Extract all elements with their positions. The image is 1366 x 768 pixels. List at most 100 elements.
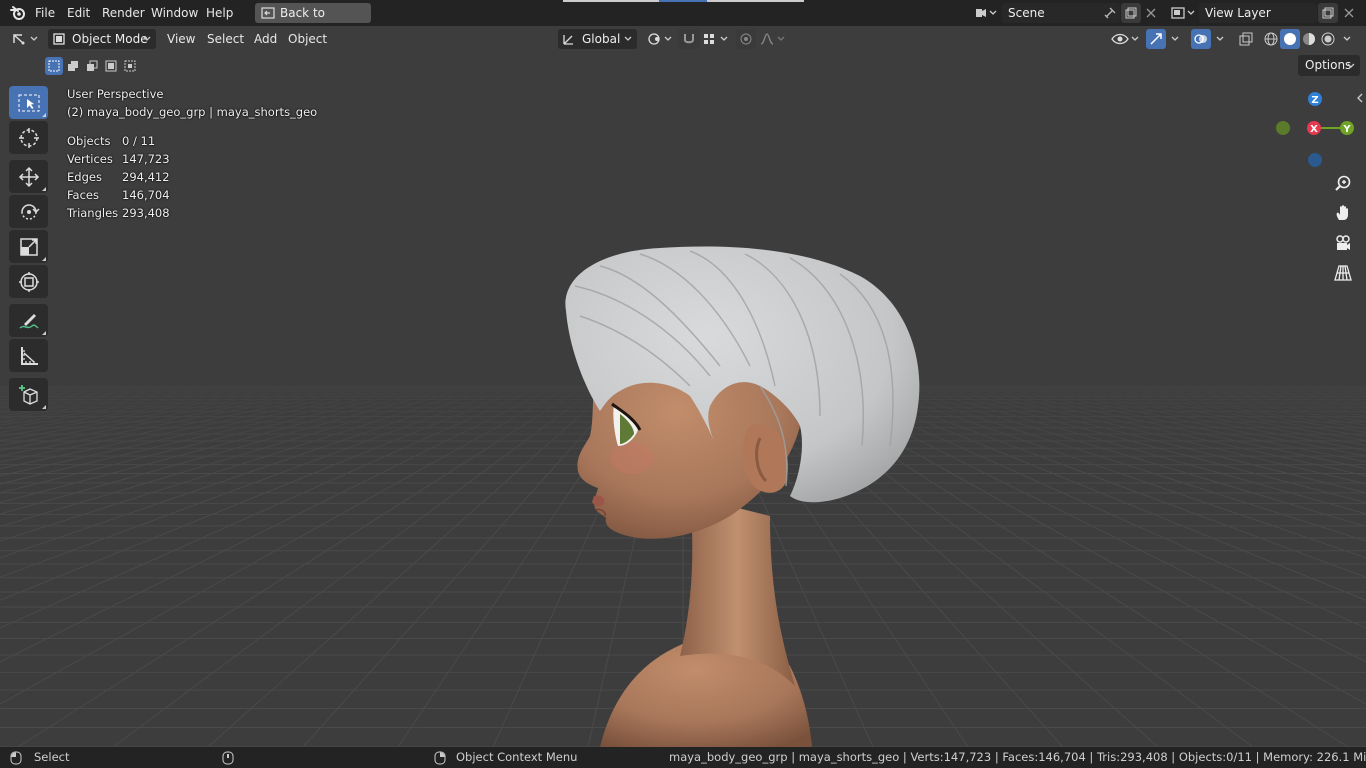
move-tool[interactable] <box>9 160 48 193</box>
hand-icon <box>1336 205 1348 220</box>
top-bar: File Edit Render Window Help Back to Pre… <box>0 0 1366 40</box>
overlays-dropdown[interactable] <box>1212 29 1228 49</box>
select-subtract-button[interactable] <box>83 57 101 75</box>
editor-type-button[interactable] <box>9 29 43 49</box>
shading-wireframe-button[interactable] <box>1261 29 1281 49</box>
chevron-down-icon <box>1171 36 1179 41</box>
neg-z-axis-handle[interactable] <box>1308 153 1322 167</box>
proportional-edit-button[interactable] <box>736 29 756 49</box>
measure-tool[interactable] <box>9 339 48 372</box>
new-view-layer-icon[interactable] <box>1318 3 1338 23</box>
menu-file[interactable]: File <box>35 0 55 26</box>
chevron-down-icon <box>1343 36 1351 41</box>
pivot-point-button[interactable] <box>645 29 675 49</box>
select-intersect-button[interactable] <box>121 57 139 75</box>
menu-edit[interactable]: Edit <box>67 0 90 26</box>
new-scene-icon[interactable] <box>1121 3 1141 23</box>
menu-add[interactable]: Add <box>254 28 277 50</box>
z-axis-label-top: Z <box>1311 95 1318 106</box>
select-intersect-icon <box>124 60 136 72</box>
select-new-button[interactable] <box>45 57 63 75</box>
options-dropdown[interactable]: Options <box>1298 55 1360 76</box>
shading-rendered-button[interactable] <box>1318 29 1338 49</box>
sidebar-toggle-icon[interactable] <box>1356 92 1364 106</box>
chevron-down-icon <box>624 36 632 41</box>
snap-toggle-button[interactable] <box>678 29 700 49</box>
workspace-tabs[interactable] <box>563 0 804 2</box>
visibility-button[interactable] <box>1110 29 1142 49</box>
view-perspective-label: User Perspective <box>67 87 164 101</box>
snap-target-button[interactable] <box>701 29 731 49</box>
zoom-view-button[interactable] <box>1329 169 1357 197</box>
solid-sphere-icon <box>1284 33 1296 45</box>
selection-mode-group <box>45 57 140 75</box>
stat-value: 147,723 <box>122 152 170 166</box>
perspective-grid-icon <box>1334 265 1352 281</box>
menu-window[interactable]: Window <box>151 0 198 26</box>
material-sphere-icon <box>1303 33 1315 45</box>
add-cube-tool[interactable] <box>9 378 48 411</box>
delete-scene-icon[interactable] <box>1141 3 1161 23</box>
blender-logo-icon[interactable] <box>9 0 27 26</box>
active-workspace-tab[interactable] <box>659 0 707 2</box>
scale-tool[interactable] <box>9 230 48 263</box>
z-axis-gizmo-handle[interactable]: Z <box>1305 89 1325 109</box>
viewport-scene[interactable] <box>0 26 1366 747</box>
status-bar: Select Object Context Menu maya_body_geo… <box>0 747 1366 768</box>
menu-help[interactable]: Help <box>206 0 233 26</box>
gizmo-icon <box>1150 33 1162 45</box>
cursor-icon <box>18 127 39 148</box>
stat-value: 146,704 <box>122 188 170 202</box>
select-box-tool[interactable] <box>9 86 48 119</box>
stat-label: Triangles <box>67 206 119 220</box>
chevron-down-icon <box>1216 36 1224 41</box>
select-invert-button[interactable] <box>102 57 120 75</box>
perspective-toggle-button[interactable] <box>1329 259 1357 287</box>
orientation-icon <box>563 35 573 45</box>
status-scene-info: maya_body_geo_grp | maya_shorts_geo | Ve… <box>669 750 1366 764</box>
scene-selector-icon[interactable] <box>972 3 1000 23</box>
pin-icon[interactable] <box>1100 3 1120 23</box>
chevron-down-icon <box>143 36 151 41</box>
stat-label: Vertices <box>67 152 113 166</box>
annotate-icon <box>18 313 39 329</box>
falloff-curve-icon <box>760 33 785 45</box>
rotate-tool[interactable] <box>9 195 48 228</box>
transform-tool[interactable] <box>9 265 48 298</box>
delete-view-layer-icon[interactable] <box>1339 3 1359 23</box>
rotate-icon <box>20 203 40 220</box>
view-layer-selector-icon[interactable] <box>1168 3 1198 23</box>
menu-view[interactable]: View <box>167 28 195 50</box>
gizmo-dropdown[interactable] <box>1167 29 1183 49</box>
menu-render[interactable]: Render <box>102 0 145 26</box>
transform-orientation-dropdown[interactable]: Global <box>558 29 637 49</box>
menu-select[interactable]: Select <box>207 28 244 50</box>
camera-icon <box>1336 235 1350 250</box>
shading-solid-button[interactable] <box>1280 29 1300 49</box>
neg-y-axis-handle[interactable] <box>1276 121 1290 135</box>
3d-viewport[interactable]: Object Mode View Select Add Object Globa… <box>0 26 1366 747</box>
chevron-down-icon <box>1347 63 1355 68</box>
annotate-tool[interactable] <box>9 304 48 337</box>
mouse-right-icon <box>434 747 446 768</box>
pan-view-button[interactable] <box>1329 199 1357 227</box>
camera-view-button[interactable] <box>1329 229 1357 257</box>
transform-orientation-label: Global <box>582 32 621 46</box>
shading-dropdown[interactable] <box>1339 29 1355 49</box>
options-label: Options <box>1305 58 1352 72</box>
shading-material-button[interactable] <box>1299 29 1319 49</box>
overlays-toggle-button[interactable] <box>1191 29 1211 49</box>
stat-value: 293,408 <box>122 206 170 220</box>
gizmo-toggle-button[interactable] <box>1146 29 1166 49</box>
view-layer-name-field[interactable]: View Layer <box>1199 3 1317 23</box>
object-mode-dropdown[interactable]: Object Mode <box>48 29 156 49</box>
xray-toggle-button[interactable] <box>1236 29 1256 49</box>
snap-grid-icon <box>704 34 728 44</box>
menu-object[interactable]: Object <box>288 28 327 50</box>
select-box-icon <box>18 94 39 111</box>
cursor-tool[interactable] <box>9 121 48 154</box>
back-to-previous-button[interactable]: Back to Previous <box>255 3 371 40</box>
falloff-button[interactable] <box>758 29 788 49</box>
status-context-menu-label: Object Context Menu <box>456 750 578 764</box>
select-extend-button[interactable] <box>64 57 82 75</box>
